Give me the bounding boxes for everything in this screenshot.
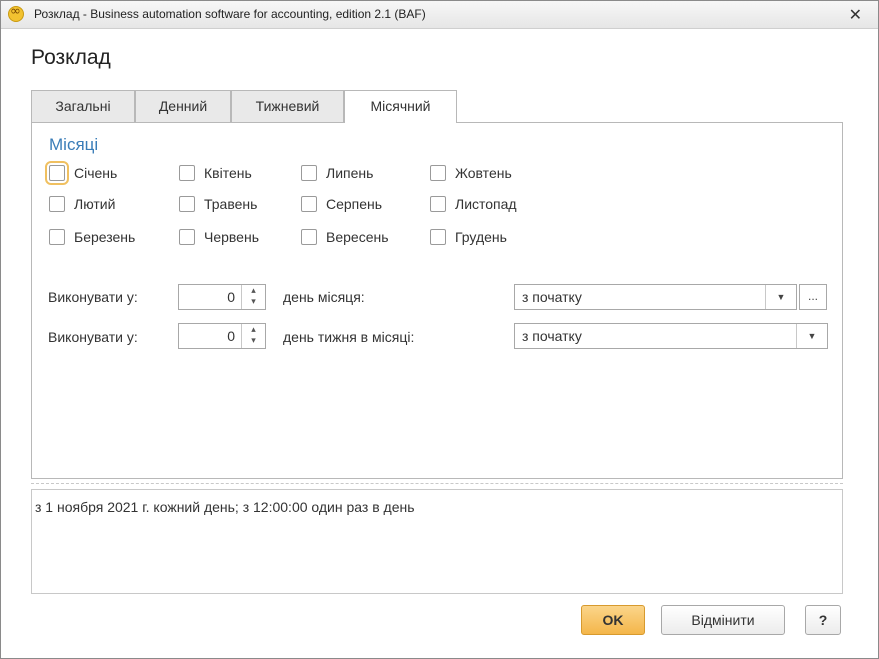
checkbox-box[interactable] <box>301 196 317 212</box>
checkbox-may[interactable]: Травень <box>179 194 257 214</box>
day-of-month-stepper[interactable]: 0 ▴ ▾ <box>178 284 266 310</box>
run-at-label: Виконувати у: <box>48 289 138 305</box>
select-value: з початку <box>522 328 582 344</box>
checkbox-box[interactable] <box>430 165 446 181</box>
title-bar: Розклад - Business automation software f… <box>1 1 878 29</box>
checkbox-box[interactable] <box>430 229 446 245</box>
checkbox-march[interactable]: Березень <box>49 227 135 247</box>
tab-general[interactable]: Загальні <box>31 90 135 122</box>
ok-button[interactable]: OK <box>581 605 645 635</box>
checkbox-label: Грудень <box>455 229 507 245</box>
checkbox-box[interactable] <box>49 196 65 212</box>
day-of-month-mode-select[interactable]: з початку ▼ <box>514 284 797 310</box>
checkbox-label: Вересень <box>326 229 389 245</box>
checkbox-february[interactable]: Лютий <box>49 194 115 214</box>
checkbox-october[interactable]: Жовтень <box>430 163 512 183</box>
run-at-label: Виконувати у: <box>48 329 138 345</box>
chevron-down-icon[interactable]: ▼ <box>765 285 796 309</box>
checkbox-box[interactable] <box>179 196 195 212</box>
stepper-arrows-icon[interactable]: ▴ ▾ <box>241 324 265 348</box>
checkbox-box[interactable] <box>179 229 195 245</box>
stepper-value[interactable]: 0 <box>227 328 235 344</box>
stepper-arrows-icon[interactable]: ▴ ▾ <box>241 285 265 309</box>
checkbox-label: Серпень <box>326 196 383 212</box>
checkbox-box[interactable] <box>430 196 446 212</box>
chevron-down-icon[interactable]: ▼ <box>796 324 827 348</box>
checkbox-label: Липень <box>326 165 374 181</box>
checkbox-label: Квітень <box>204 165 252 181</box>
stepper-value[interactable]: 0 <box>227 289 235 305</box>
day-of-month-label: день місяця: <box>283 289 365 305</box>
tab-monthly[interactable]: Місячний <box>344 90 457 123</box>
schedule-description: з 1 ноября 2021 г. кожний день; з 12:00:… <box>31 489 843 594</box>
monthly-tab-panel: Місяці Січень Лютий Березень Квітень Тра… <box>31 122 843 479</box>
checkbox-december[interactable]: Грудень <box>430 227 507 247</box>
divider <box>31 483 843 484</box>
checkbox-september[interactable]: Вересень <box>301 227 389 247</box>
checkbox-label: Травень <box>204 196 258 212</box>
checkbox-box[interactable] <box>301 229 317 245</box>
page-title: Розклад <box>31 46 111 69</box>
schedule-dialog: Розклад - Business automation software f… <box>0 0 879 659</box>
ellipsis-button[interactable]: ... <box>799 284 827 310</box>
checkbox-january[interactable]: Січень <box>45 161 118 185</box>
app-logo-icon <box>8 4 24 22</box>
checkbox-box[interactable] <box>45 161 69 185</box>
select-value: з початку <box>522 289 582 305</box>
checkbox-label: Листопад <box>455 196 517 212</box>
checkbox-november[interactable]: Листопад <box>430 194 517 214</box>
checkbox-box[interactable] <box>179 165 195 181</box>
checkbox-label: Червень <box>204 229 259 245</box>
checkbox-label: Березень <box>74 229 136 245</box>
cancel-button[interactable]: Відмінити <box>661 605 785 635</box>
checkbox-april[interactable]: Квітень <box>179 163 252 183</box>
checkbox-label: Лютий <box>74 196 116 212</box>
tab-weekly[interactable]: Тижневий <box>231 90 344 122</box>
checkbox-august[interactable]: Серпень <box>301 194 382 214</box>
day-of-week-stepper[interactable]: 0 ▴ ▾ <box>178 323 266 349</box>
checkbox-label: Жовтень <box>455 165 512 181</box>
checkbox-label: Січень <box>74 165 118 181</box>
day-of-week-mode-select[interactable]: з початку ▼ <box>514 323 828 349</box>
day-of-week-label: день тижня в місяці: <box>283 329 415 345</box>
checkbox-june[interactable]: Червень <box>179 227 259 247</box>
close-icon[interactable]: ✕ <box>849 5 862 24</box>
window-title: Розклад - Business automation software f… <box>34 7 426 21</box>
months-section-title: Місяці <box>49 135 99 154</box>
schedule-description-text: з 1 ноября 2021 г. кожний день; з 12:00:… <box>35 499 415 515</box>
help-button[interactable]: ? <box>805 605 841 635</box>
checkbox-box[interactable] <box>49 229 65 245</box>
tab-daily[interactable]: Денний <box>135 90 231 122</box>
checkbox-box[interactable] <box>301 165 317 181</box>
checkbox-july[interactable]: Липень <box>301 163 373 183</box>
